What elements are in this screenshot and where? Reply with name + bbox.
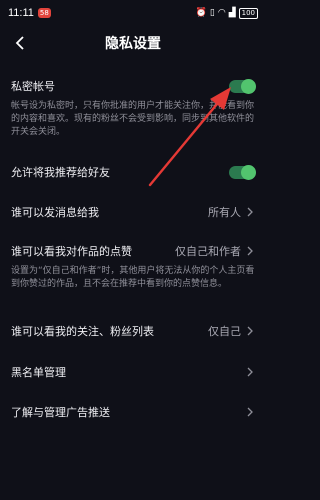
chevron-right-icon — [247, 406, 255, 418]
status-bar: 11:11 58 ⏰ ▯ ◠ ▟ 100 — [0, 0, 266, 26]
alarm-icon: ⏰ — [195, 8, 207, 18]
who-can-see-likes-value: 仅自己和作者 — [175, 245, 241, 258]
chevron-left-icon — [15, 36, 24, 50]
who-can-see-likes-label: 谁可以看我对作品的点赞 — [11, 245, 132, 258]
private-account-description: 帐号设为私密时，只有你批准的用户才能关注你，并能看到你的内容和喜欢。现有的粉丝不… — [11, 101, 255, 137]
chevron-right-icon — [247, 245, 255, 257]
status-time: 11:11 — [8, 7, 34, 19]
private-account-label: 私密帐号 — [11, 80, 55, 93]
nav-bar: 隐私设置 — [0, 28, 266, 58]
private-account-row: 私密帐号 帐号设为私密时，只有你批准的用户才能关注你，并能看到你的内容和喜欢。现… — [0, 76, 266, 139]
toggle-knob — [241, 78, 256, 94]
back-button[interactable] — [10, 32, 30, 54]
who-can-message-label: 谁可以发消息给我 — [11, 206, 99, 219]
ads-label: 了解与管理广告推送 — [11, 406, 110, 419]
private-account-toggle[interactable] — [229, 78, 256, 94]
who-can-see-follow-list-row[interactable]: 谁可以看我的关注、粉丝列表 仅自己 — [0, 321, 266, 341]
who-can-see-follow-list-label: 谁可以看我的关注、粉丝列表 — [11, 325, 154, 338]
chevron-right-icon — [247, 366, 255, 378]
wifi-icon: ◠ — [217, 8, 226, 18]
ads-row[interactable]: 了解与管理广告推送 — [0, 402, 266, 422]
page-title: 隐私设置 — [105, 36, 161, 52]
toggle-knob — [241, 164, 256, 180]
who-can-message-value: 所有人 — [208, 206, 241, 219]
who-can-see-likes-row[interactable]: 谁可以看我对作品的点赞 仅自己和作者 设置为“仅自己和作者”时，其他用户将无法从… — [0, 241, 266, 291]
who-can-see-likes-description: 设置为“仅自己和作者”时，其他用户将无法从你的个人主页看到你赞过的作品，且不会在… — [11, 266, 255, 289]
status-icons: ⏰ ▯ ◠ ▟ 100 — [195, 7, 258, 19]
battery-icon: 100 — [238, 7, 258, 19]
chevron-right-icon — [247, 206, 255, 218]
recommend-to-friends-label: 允许将我推荐给好友 — [11, 166, 110, 179]
blacklist-label: 黑名单管理 — [11, 366, 66, 379]
chevron-right-icon — [247, 325, 255, 337]
recommend-to-friends-row: 允许将我推荐给好友 — [0, 162, 266, 182]
signal-icon: ▟ — [228, 8, 236, 18]
notification-badge: 58 — [37, 8, 51, 18]
recommend-to-friends-toggle[interactable] — [229, 164, 256, 180]
vibrate-icon: ▯ — [209, 8, 215, 18]
who-can-message-row[interactable]: 谁可以发消息给我 所有人 — [0, 202, 266, 222]
blacklist-row[interactable]: 黑名单管理 — [0, 362, 266, 382]
who-can-see-follow-list-value: 仅自己 — [208, 325, 241, 338]
